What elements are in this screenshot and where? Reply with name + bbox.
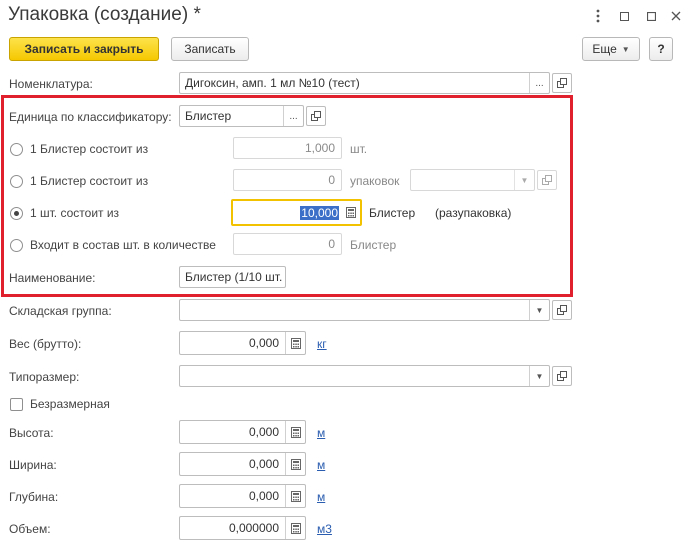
weight-field[interactable]: 0,000 [179, 331, 306, 355]
depth-value: 0,000 [248, 489, 279, 503]
height-value: 0,000 [248, 425, 279, 439]
width-unit-link[interactable]: м [317, 458, 325, 472]
chevron-down-icon: ▼ [621, 44, 630, 54]
unit-classifier-label: Единица по классификатору: [9, 110, 172, 124]
window-title: Упаковка (создание) * [8, 4, 201, 25]
maximize-icon[interactable] [641, 6, 661, 26]
name-field[interactable]: Блистер (1/10 шт. [179, 266, 286, 288]
write-and-close-button[interactable]: Записать и закрыть [9, 37, 159, 61]
calculator-icon[interactable] [285, 453, 305, 475]
open-link-icon[interactable] [537, 170, 557, 190]
option-1-label: 1 Блистер состоит из [30, 142, 149, 156]
weight-value: 0,000 [248, 336, 279, 350]
volume-label: Объем: [9, 522, 51, 536]
option-4-label: Входит в состав шт. в количестве [30, 238, 216, 252]
option-1-unit: шт. [350, 142, 368, 156]
height-field[interactable]: 0,000 [179, 420, 306, 444]
volume-unit-link[interactable]: м3 [317, 522, 332, 536]
unit-classifier-value: Блистер [185, 109, 232, 123]
option-2-unit: упаковок [350, 174, 400, 188]
help-button[interactable]: ? [649, 37, 673, 61]
height-label: Высота: [9, 426, 54, 440]
nomenclature-label: Номенклатура: [9, 77, 93, 91]
calculator-icon[interactable] [285, 485, 305, 507]
chevron-down-icon[interactable]: ▼ [529, 300, 549, 320]
warehouse-group-label: Складская группа: [9, 304, 112, 318]
calculator-icon[interactable] [285, 332, 305, 354]
calculator-icon[interactable] [342, 207, 360, 218]
warehouse-group-select[interactable]: ▼ [179, 299, 550, 321]
restore-icon[interactable] [614, 6, 634, 26]
option-2-label: 1 Блистер состоит из [30, 174, 149, 188]
kebab-icon[interactable] [588, 6, 608, 26]
select-dots-button[interactable]: ... [283, 106, 303, 126]
option-3-note: (разупаковка) [435, 206, 512, 220]
option-3-quantity-field[interactable]: 10,000 [231, 199, 362, 226]
radio-option-4[interactable] [10, 239, 23, 252]
size-type-label: Типоразмер: [9, 370, 80, 384]
option-2-package-select[interactable]: ▼ [410, 169, 535, 191]
volume-field[interactable]: 0,000000 [179, 516, 306, 540]
option-4-unit: Блистер [350, 238, 397, 252]
open-link-icon[interactable] [552, 73, 572, 93]
write-button[interactable]: Записать [171, 37, 249, 61]
depth-label: Глубина: [9, 490, 59, 504]
chevron-down-icon[interactable]: ▼ [514, 170, 534, 190]
weight-label: Вес (брутто): [9, 337, 82, 351]
option-2-value: 0 [328, 173, 335, 187]
size-type-select[interactable]: ▼ [179, 365, 550, 387]
option-1-quantity-field[interactable]: 1,000 [233, 137, 342, 159]
sizeless-checkbox[interactable] [10, 398, 23, 411]
open-link-icon[interactable] [306, 106, 326, 126]
option-4-value: 0 [328, 237, 335, 251]
more-button[interactable]: Еще ▼ [582, 37, 640, 61]
depth-unit-link[interactable]: м [317, 490, 325, 504]
width-label: Ширина: [9, 458, 57, 472]
option-3-value: 10,000 [300, 205, 339, 220]
unit-classifier-field[interactable]: Блистер ... [179, 105, 304, 127]
option-1-value: 1,000 [304, 141, 335, 155]
radio-option-2[interactable] [10, 175, 23, 188]
name-value: Блистер (1/10 шт. [185, 270, 283, 284]
option-4-quantity-field[interactable]: 0 [233, 233, 342, 255]
width-value: 0,000 [248, 457, 279, 471]
select-dots-button[interactable]: ... [529, 73, 549, 93]
radio-option-3[interactable] [10, 207, 23, 220]
calculator-icon[interactable] [285, 517, 305, 539]
sizeless-label: Безразмерная [30, 397, 110, 411]
open-link-icon[interactable] [552, 300, 572, 320]
radio-option-1[interactable] [10, 143, 23, 156]
more-label: Еще [592, 42, 617, 56]
nomenclature-value: Дигоксин, амп. 1 мл №10 (тест) [185, 76, 360, 90]
name-label: Наименование: [9, 271, 96, 285]
option-3-unit: Блистер [369, 206, 416, 220]
calculator-icon[interactable] [285, 421, 305, 443]
chevron-down-icon[interactable]: ▼ [529, 366, 549, 386]
nomenclature-field[interactable]: Дигоксин, амп. 1 мл №10 (тест) ... [179, 72, 550, 94]
option-2-quantity-field[interactable]: 0 [233, 169, 342, 191]
close-icon[interactable] [666, 6, 686, 26]
weight-unit-link[interactable]: кг [317, 337, 327, 351]
option-3-label: 1 шт. состоит из [30, 206, 120, 220]
width-field[interactable]: 0,000 [179, 452, 306, 476]
open-link-icon[interactable] [552, 366, 572, 386]
height-unit-link[interactable]: м [317, 426, 325, 440]
volume-value: 0,000000 [228, 521, 279, 535]
depth-field[interactable]: 0,000 [179, 484, 306, 508]
